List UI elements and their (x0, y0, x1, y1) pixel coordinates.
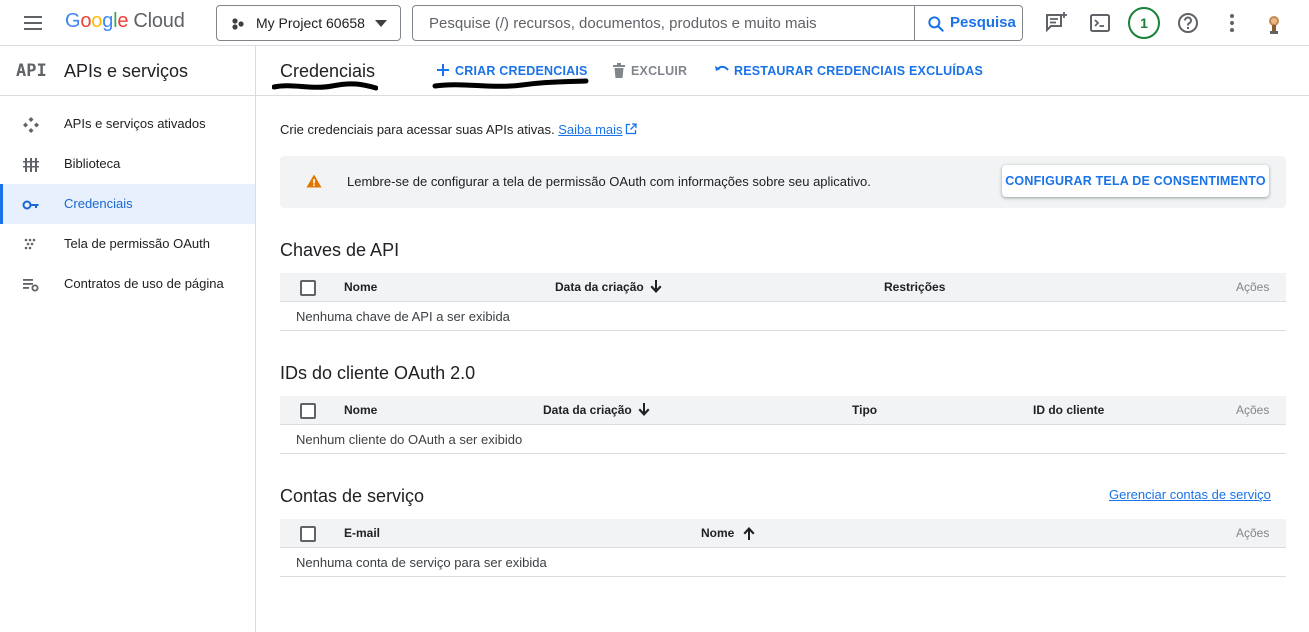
apis-icon (23, 117, 39, 133)
column-header: Tipo (852, 403, 878, 417)
project-name: My Project 60658 (256, 15, 365, 31)
google-cloud-logo[interactable]: Google Cloud (65, 10, 185, 33)
oauth-warning-banner: Lembre-se de configurar a tela de permis… (280, 156, 1286, 208)
column-header: Restrições (884, 280, 946, 294)
key-icon (22, 200, 39, 210)
empty-row: Nenhuma chave de API a ser exibida (280, 302, 1286, 331)
logo-cloud-text: Cloud (133, 10, 185, 32)
more-vert-icon[interactable] (1218, 9, 1246, 37)
column-header: Nome (344, 403, 378, 417)
learn-more-link[interactable]: Saiba mais (558, 122, 622, 137)
avatar[interactable] (1262, 12, 1286, 36)
oauth-clients-title: IDs do cliente OAuth 2.0 (280, 363, 476, 383)
column-header: Ações (1236, 526, 1270, 540)
api-keys-table-header: Nome Data da criação Restrições Ações (280, 273, 1286, 302)
menu-icon[interactable] (22, 14, 44, 32)
intro-description: Crie credenciais para acessar suas APIs … (280, 122, 555, 137)
api-keys-title: Chaves de API (280, 240, 400, 260)
sidebar-item-label: Credenciais (64, 196, 133, 211)
sidebar-header: API APIs e serviços (0, 46, 255, 96)
column-header-sortable[interactable]: Nome (701, 526, 755, 540)
page-title: Credenciais (280, 61, 376, 81)
column-header: Ações (1236, 403, 1270, 417)
manage-service-accounts-link[interactable]: Gerenciar contas de serviço (1109, 487, 1271, 502)
search-input[interactable] (413, 6, 913, 40)
column-header: ID do cliente (1033, 403, 1105, 417)
oauth-dots-icon (24, 238, 36, 250)
sidebar-item-library[interactable]: Biblioteca (0, 144, 255, 184)
warning-icon (306, 174, 322, 188)
external-link-icon (625, 123, 637, 135)
chevron-down-icon (375, 20, 387, 27)
settings-list-icon (23, 279, 39, 292)
column-header-label: Nome (701, 526, 735, 540)
notifications-badge[interactable]: 1 (1128, 7, 1160, 39)
column-header: Ações (1236, 280, 1270, 294)
search-icon (928, 16, 944, 32)
column-header-sortable[interactable]: Data da criação (543, 403, 650, 417)
sidebar-item-label: APIs e serviços ativados (64, 116, 206, 131)
logo-letter: G (65, 10, 81, 32)
plus-icon (437, 64, 449, 76)
arrow-up-icon (743, 527, 755, 540)
empty-message: Nenhuma chave de API a ser exibida (296, 309, 510, 324)
redaction-scribble (432, 78, 589, 89)
oauth-clients-table-header: Nome Data da criação Tipo ID do cliente … (280, 396, 1286, 425)
sidebar-item-label: Biblioteca (64, 156, 121, 171)
column-header-sortable[interactable]: Data da criação (555, 280, 662, 294)
library-icon (23, 158, 39, 172)
intro-text: Crie credenciais para acessar suas APIs … (280, 122, 637, 137)
arrow-down-icon (638, 403, 650, 416)
select-all-checkbox[interactable] (300, 403, 316, 419)
logo-letter: o (91, 10, 103, 32)
sidebar-item-label: Tela de permissão OAuth (64, 236, 210, 251)
logo-letter: e (117, 10, 129, 32)
logo-letter: g (102, 10, 114, 32)
arrow-down-icon (650, 280, 662, 293)
top-bar: GoogleCloud My Project 60658 Pesquisa 1 (0, 0, 1309, 46)
sidebar-item-page-usage[interactable]: Contratos de uso de página (0, 264, 255, 304)
trash-icon (613, 63, 625, 78)
restore-credentials-label: RESTAURAR CREDENCIAIS EXCLUÍDAS (734, 64, 984, 78)
empty-message: Nenhum cliente do OAuth a ser exibido (296, 432, 523, 447)
cloud-shell-icon[interactable] (1086, 9, 1114, 37)
empty-row: Nenhum cliente do OAuth a ser exibido (280, 425, 1286, 454)
column-header: E-mail (344, 526, 381, 540)
empty-row: Nenhuma conta de serviço para ser exibid… (280, 548, 1286, 577)
logo-letter: o (80, 10, 92, 32)
page-header: Credenciais CRIAR CREDENCIAIS EXCLUIR RE… (256, 46, 1309, 96)
column-header-label: Data da criação (543, 403, 632, 417)
sidebar-item-oauth-consent[interactable]: Tela de permissão OAuth (0, 224, 255, 264)
api-logo: API (16, 61, 47, 81)
sidebar-title: APIs e serviços (64, 61, 189, 81)
banner-message: Lembre-se de configurar a tela de permis… (347, 174, 871, 189)
project-dots-icon (232, 18, 244, 30)
undo-icon (715, 65, 729, 71)
sidebar: API APIs e serviços APIs e serviços ativ… (0, 46, 256, 632)
sidebar-item-enabled-apis[interactable]: APIs e serviços ativados (0, 104, 255, 144)
column-header: Nome (344, 280, 378, 294)
search-bar: Pesquisa (412, 5, 1023, 41)
configure-consent-button[interactable]: CONFIGURAR TELA DE CONSENTIMENTO (1002, 165, 1269, 197)
search-button-label: Pesquisa (950, 14, 1016, 31)
empty-message: Nenhuma conta de serviço para ser exibid… (296, 555, 547, 570)
help-icon[interactable] (1174, 9, 1202, 37)
column-header-label: Data da criação (555, 280, 644, 294)
create-credentials-label: CRIAR CREDENCIAIS (455, 64, 588, 78)
service-accounts-title: Contas de serviço (280, 486, 425, 506)
search-button[interactable]: Pesquisa (914, 6, 1023, 40)
select-all-checkbox[interactable] (300, 526, 316, 542)
sidebar-item-credentials[interactable]: Credenciais (0, 184, 255, 224)
feedback-icon[interactable] (1042, 9, 1070, 37)
delete-label: EXCLUIR (631, 64, 688, 78)
sidebar-item-label: Contratos de uso de página (64, 276, 224, 291)
service-accounts-table-header: E-mail Nome Ações (280, 519, 1286, 548)
project-selector[interactable]: My Project 60658 (216, 5, 401, 41)
select-all-checkbox[interactable] (300, 280, 316, 296)
